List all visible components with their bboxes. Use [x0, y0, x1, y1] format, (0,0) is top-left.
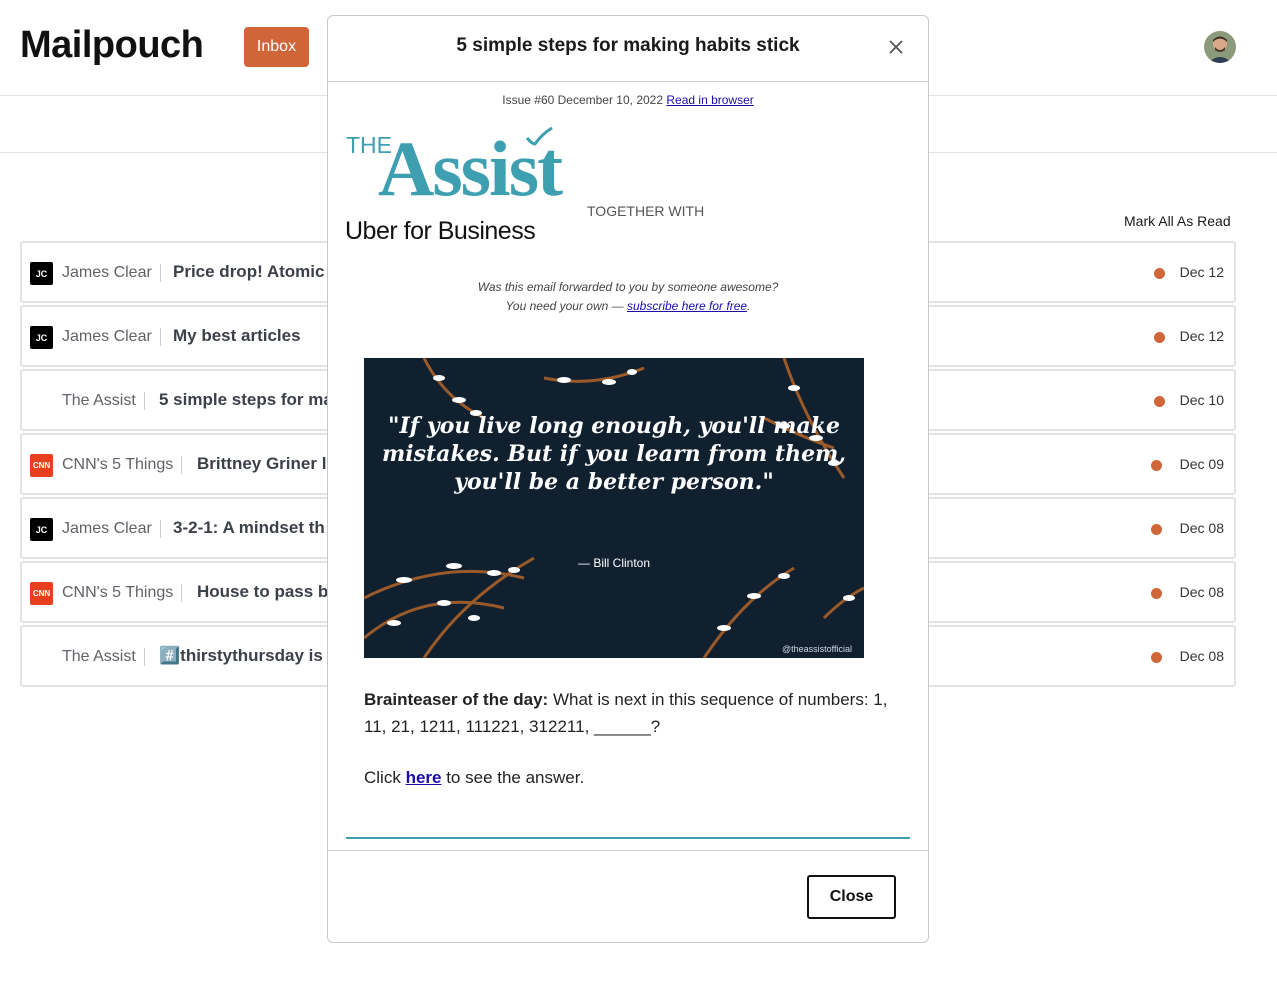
logo-together-with: TOGETHER WITH: [587, 203, 705, 219]
email-sender: The Assist: [62, 392, 145, 410]
unread-dot-icon: [1151, 460, 1162, 471]
forward-notice: Was this email forwarded to you by someo…: [328, 278, 928, 316]
avatar-image: [1204, 31, 1236, 63]
read-in-browser-link[interactable]: Read in browser: [666, 93, 753, 107]
branches-decoration: [364, 358, 864, 658]
email-subject: My best articles: [173, 326, 301, 345]
email-date: Dec 08: [1179, 584, 1224, 600]
quote-author: — Bill Clinton: [577, 556, 651, 570]
email-date: Dec 12: [1179, 264, 1224, 280]
email-subject: Brittney Griner la: [197, 454, 336, 473]
quote-text: "If you live long enough, you'll make mi…: [382, 413, 846, 495]
issue-line: Issue #60 December 10, 2022 Read in brow…: [328, 93, 928, 107]
modal-title: 5 simple steps for making habits stick: [456, 35, 800, 56]
jc-logo-icon: JC: [30, 518, 53, 541]
user-avatar[interactable]: [1204, 31, 1236, 63]
checkmark-icon: [525, 126, 553, 146]
email-sender: James Clear: [62, 520, 161, 538]
issue-text: Issue #60 December 10, 2022: [502, 93, 664, 107]
forward-line-2-prefix: You need your own —: [505, 299, 627, 313]
logo-uber-for-business: Uber for Business: [345, 217, 536, 245]
email-sender: James Clear: [62, 328, 161, 346]
close-icon[interactable]: [887, 38, 905, 56]
quote-handle: @theassistofficial: [781, 644, 852, 654]
unread-dot-icon: [1151, 652, 1162, 663]
email-sender: The Assist: [62, 648, 145, 666]
jc-logo-icon: JC: [30, 326, 53, 349]
modal-body: Issue #60 December 10, 2022 Read in brow…: [328, 82, 928, 850]
unread-dot-icon: [1151, 588, 1162, 599]
answer-prefix: Click: [364, 768, 406, 787]
email-subject: #️⃣thirstythursday is I: [159, 646, 333, 665]
quote-image: "If you live long enough, you'll make mi…: [364, 358, 864, 658]
answer-line: Click here to see the answer.: [364, 768, 584, 788]
cnn-logo-icon: CNN: [30, 454, 53, 477]
mark-all-read-button[interactable]: Mark All As Read: [1124, 213, 1231, 229]
email-preview-modal: 5 simple steps for making habits stick I…: [327, 15, 929, 943]
unread-dot-icon: [1154, 268, 1165, 279]
brainteaser: Brainteaser of the day: What is next in …: [364, 686, 904, 740]
email-subject: 5 simple steps for ma: [159, 390, 333, 409]
jc-logo-icon: JC: [30, 262, 53, 285]
email-sender: CNN's 5 Things: [62, 584, 183, 602]
forward-line-2-suffix: .: [747, 299, 751, 313]
subscribe-link[interactable]: subscribe here for free: [627, 299, 747, 313]
email-subject: House to pass bi: [197, 582, 334, 601]
unread-dot-icon: [1154, 396, 1165, 407]
section-divider: [346, 837, 910, 839]
email-date: Dec 08: [1179, 520, 1224, 536]
close-button[interactable]: Close: [807, 875, 896, 919]
answer-link[interactable]: here: [406, 768, 442, 787]
inbox-button[interactable]: Inbox: [244, 27, 309, 67]
app-brand: Mailpouch: [20, 24, 204, 66]
cnn-logo-icon: CNN: [30, 582, 53, 605]
email-subject: 3-2-1: A mindset th: [173, 518, 325, 537]
forward-line-1: Was this email forwarded to you by someo…: [477, 280, 779, 294]
modal-footer: Close: [328, 850, 928, 942]
unread-dot-icon: [1154, 332, 1165, 343]
email-date: Dec 10: [1179, 392, 1224, 408]
blank-logo-icon: [30, 646, 53, 669]
email-date: Dec 08: [1179, 648, 1224, 664]
email-sender: CNN's 5 Things: [62, 456, 183, 474]
modal-header: 5 simple steps for making habits stick: [328, 16, 928, 82]
email-date: Dec 09: [1179, 456, 1224, 472]
email-date: Dec 12: [1179, 328, 1224, 344]
unread-dot-icon: [1151, 524, 1162, 535]
email-sender: James Clear: [62, 264, 161, 282]
email-subject: Price drop! Atomic: [173, 262, 325, 281]
blank-logo-icon: [30, 390, 53, 413]
brainteaser-label: Brainteaser of the day:: [364, 690, 549, 709]
answer-suffix: to see the answer.: [441, 768, 585, 787]
